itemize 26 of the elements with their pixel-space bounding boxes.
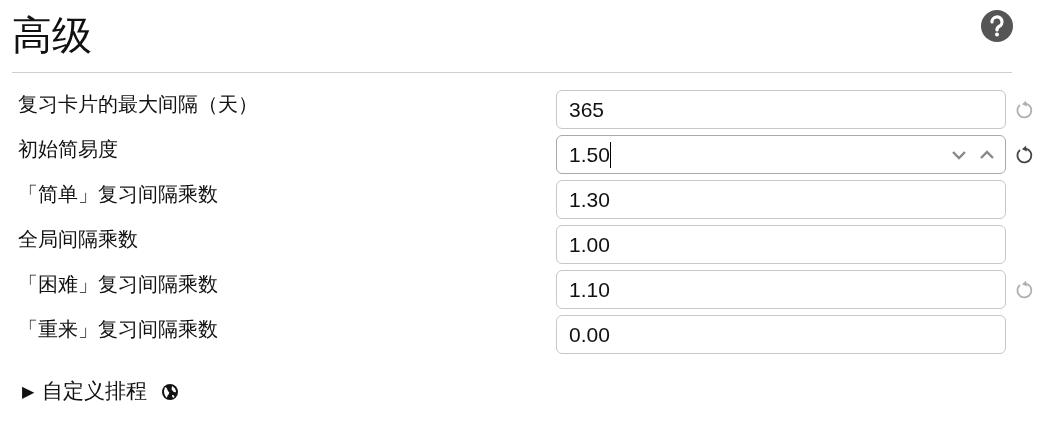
number-field[interactable]: 1.30 bbox=[556, 180, 1006, 219]
number-field[interactable]: 1.00 bbox=[556, 225, 1006, 264]
number-field[interactable]: 1.10 bbox=[556, 270, 1006, 309]
help-icon[interactable] bbox=[980, 9, 1014, 43]
setting-label: 全局间隔乘数 bbox=[18, 226, 139, 253]
globe-icon bbox=[161, 382, 179, 401]
setting-label: 「简单」复习间隔乘数 bbox=[18, 181, 219, 208]
setting-label: 「困难」复习间隔乘数 bbox=[18, 271, 219, 298]
expand-marker[interactable]: ▶ bbox=[22, 379, 34, 404]
field-value: 365 bbox=[569, 96, 605, 123]
setting-label: 复习卡片的最大间隔（天） bbox=[18, 91, 259, 118]
number-field[interactable]: 1.50 bbox=[556, 135, 1006, 174]
reset-icon[interactable] bbox=[1014, 144, 1034, 165]
up-chevron-icon[interactable] bbox=[979, 149, 995, 160]
setting-label: 初始简易度 bbox=[18, 136, 119, 163]
number-field[interactable]: 0.00 bbox=[556, 315, 1006, 354]
field-value: 0.00 bbox=[569, 321, 610, 348]
section-toggle[interactable]: 自定义排程 bbox=[42, 376, 147, 408]
setting-label: 「重来」复习间隔乘数 bbox=[18, 316, 219, 343]
down-chevron-icon[interactable] bbox=[951, 149, 967, 160]
field-value: 1.30 bbox=[569, 186, 610, 213]
field-value: 1.10 bbox=[569, 276, 610, 303]
number-field[interactable]: 365 bbox=[556, 90, 1006, 129]
field-value: 1.50 bbox=[569, 141, 610, 168]
page-title: 高级 bbox=[12, 11, 92, 60]
field-value: 1.00 bbox=[569, 231, 610, 258]
